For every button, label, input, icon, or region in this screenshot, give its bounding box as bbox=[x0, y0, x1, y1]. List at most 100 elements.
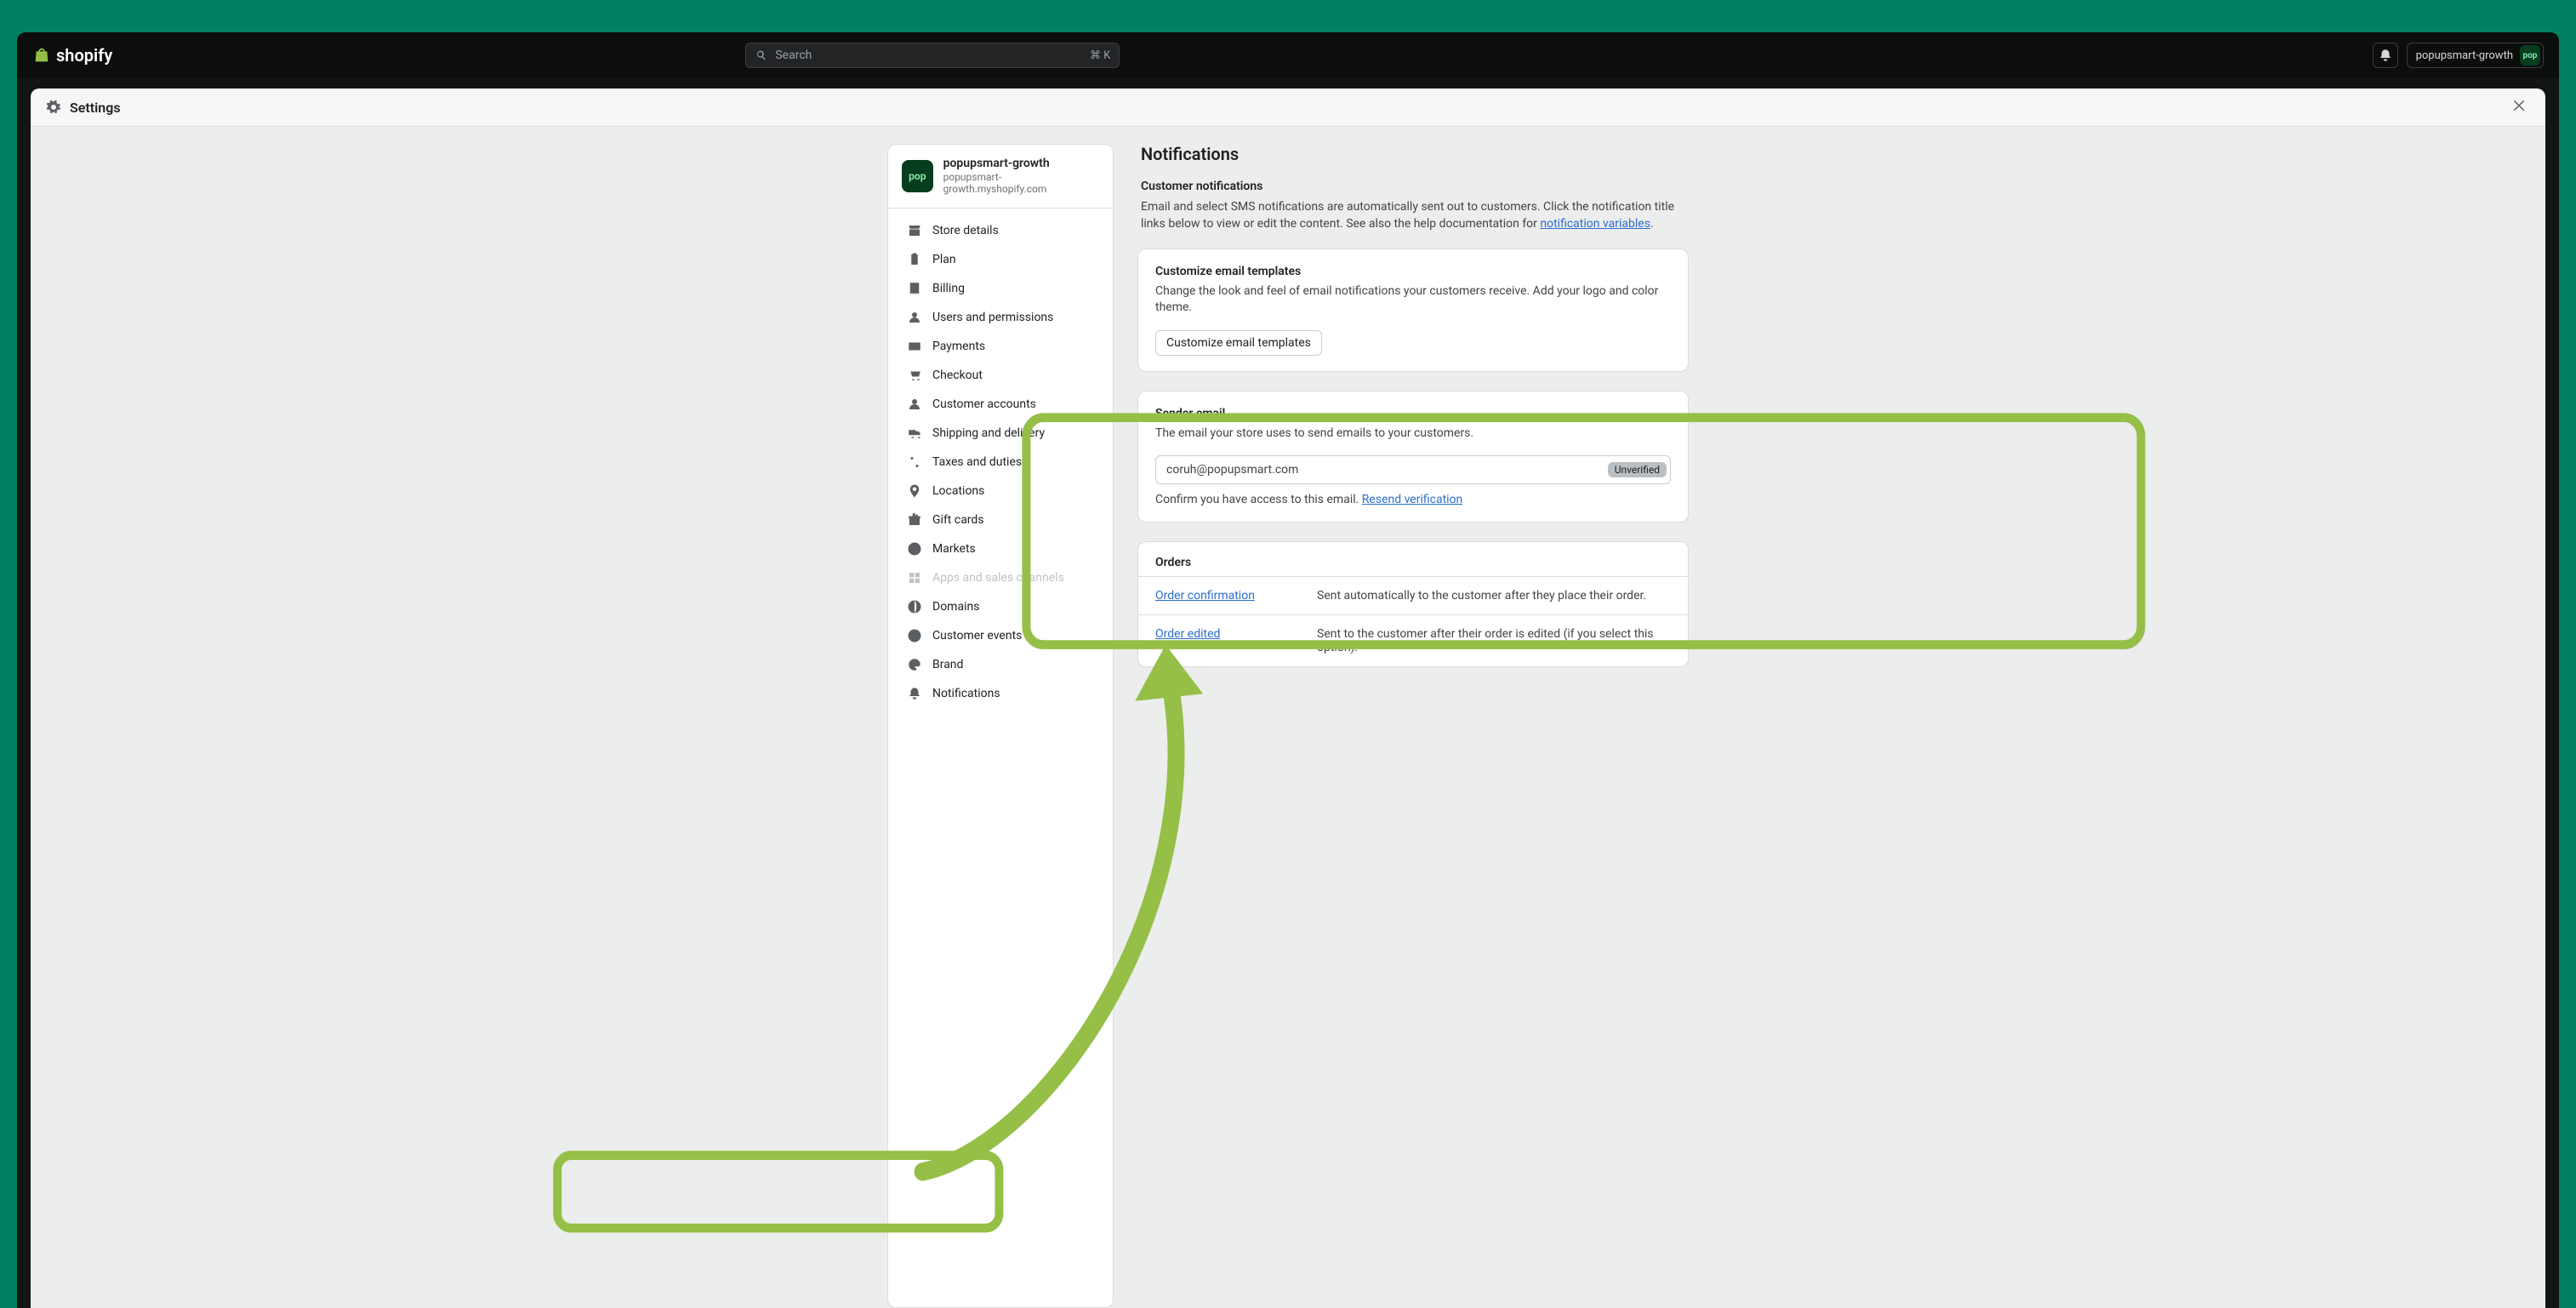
app-window: shopify Search ⌘ K popupsmart-growth pop… bbox=[17, 32, 2559, 1308]
store-avatar: pop bbox=[902, 160, 933, 192]
sidebar-item-label: Locations bbox=[932, 484, 984, 498]
cet-heading: Customize email templates bbox=[1155, 265, 1671, 278]
sidebar-item-domains[interactable]: Domains bbox=[893, 593, 1108, 620]
percent-icon bbox=[907, 454, 922, 470]
settings-header: Settings bbox=[31, 89, 2545, 126]
bell-icon bbox=[907, 686, 922, 701]
sender-email-card: Sender email The email your store uses t… bbox=[1137, 391, 1689, 523]
sidebar-item-markets[interactable]: Markets bbox=[893, 535, 1108, 563]
settings-scroll[interactable]: pop popupsmart-growth popupsmart-growth.… bbox=[41, 144, 2535, 1308]
sidebar-item-store-details[interactable]: Store details bbox=[893, 217, 1108, 244]
period: . bbox=[1650, 217, 1654, 231]
sidebar-item-brand[interactable]: Brand bbox=[893, 651, 1108, 678]
cart-icon bbox=[907, 368, 922, 383]
sidebar-item-label: Gift cards bbox=[932, 513, 984, 527]
sidebar-item-label: Brand bbox=[932, 658, 963, 671]
customer-notifications-heading: Customer notifications bbox=[1141, 180, 1689, 193]
order-edited-link[interactable]: Order edited bbox=[1155, 627, 1291, 641]
sidebar-item-notifications[interactable]: Notifications bbox=[893, 680, 1108, 707]
settings-panel: Settings pop popupsmart-growth popupsmar… bbox=[31, 89, 2545, 1308]
modal-overlay: Settings pop popupsmart-growth popupsmar… bbox=[17, 78, 2559, 1308]
row-description: Sent to the customer after their order i… bbox=[1317, 627, 1671, 654]
unverified-badge: Unverified bbox=[1608, 462, 1667, 477]
close-button[interactable] bbox=[2511, 98, 2530, 117]
shopify-bag-icon bbox=[32, 46, 51, 65]
notification-variables-link[interactable]: notification variables bbox=[1540, 217, 1650, 231]
sidebar-item-plan[interactable]: Plan bbox=[893, 246, 1108, 273]
sender-email-value: coruh@popupsmart.com bbox=[1166, 463, 1298, 477]
sidebar-item-payments[interactable]: Payments bbox=[893, 333, 1108, 360]
topbar: shopify Search ⌘ K popupsmart-growth pop bbox=[17, 32, 2559, 78]
sidebar-item-label: Domains bbox=[932, 600, 979, 614]
notifications-icon[interactable] bbox=[2373, 43, 2398, 68]
store-url: popupsmart-growth.myshopify.com bbox=[943, 171, 1099, 196]
target-icon bbox=[907, 628, 922, 643]
sidebar-item-label: Users and permissions bbox=[932, 311, 1053, 324]
search-input[interactable]: Search ⌘ K bbox=[745, 43, 1120, 68]
search-shortcut: ⌘ K bbox=[1090, 49, 1110, 62]
store-chip-avatar: pop bbox=[2520, 45, 2540, 66]
store-name: popupsmart-growth bbox=[943, 157, 1099, 171]
store-block: pop popupsmart-growth popupsmart-growth.… bbox=[888, 157, 1113, 208]
sidebar-item-apps: Apps and sales channels bbox=[893, 564, 1108, 591]
logo-text: shopify bbox=[56, 45, 112, 66]
sidebar-item-gift-cards[interactable]: Gift cards bbox=[893, 506, 1108, 534]
gear-icon bbox=[46, 100, 61, 115]
table-row: Order edited Sent to the customer after … bbox=[1138, 614, 1688, 666]
sidebar-item-label: Plan bbox=[932, 253, 956, 266]
resend-verification-link[interactable]: Resend verification bbox=[1362, 493, 1462, 506]
sender-email-input[interactable]: coruh@popupsmart.com Unverified bbox=[1155, 455, 1671, 484]
clipboard-icon bbox=[907, 252, 922, 267]
search-placeholder: Search bbox=[775, 49, 812, 62]
sidebar-item-label: Shipping and delivery bbox=[932, 426, 1045, 440]
sidebar-item-label: Payments bbox=[932, 340, 985, 353]
sidebar-item-checkout[interactable]: Checkout bbox=[893, 362, 1108, 389]
sidebar-item-label: Store details bbox=[932, 224, 999, 237]
bell-icon bbox=[2378, 48, 2393, 63]
store-chip-name: popupsmart-growth bbox=[2416, 49, 2513, 62]
sidebar-item-label: Taxes and duties bbox=[932, 455, 1022, 469]
sidebar-item-label: Markets bbox=[932, 542, 976, 556]
page-title: Notifications bbox=[1141, 144, 1689, 164]
modal-title: Settings bbox=[70, 100, 121, 116]
sidebar-item-label: Apps and sales channels bbox=[932, 571, 1064, 585]
row-description: Sent automatically to the customer after… bbox=[1317, 589, 1671, 603]
sidebar-item-label: Billing bbox=[932, 282, 965, 295]
sender-description: The email your store uses to send emails… bbox=[1155, 426, 1671, 443]
store-icon bbox=[907, 223, 922, 238]
sidebar-item-billing[interactable]: Billing bbox=[893, 275, 1108, 302]
close-icon bbox=[2511, 98, 2527, 113]
sidebar-item-label: Customer accounts bbox=[932, 397, 1036, 411]
sidebar-item-customer-events[interactable]: Customer events bbox=[893, 622, 1108, 649]
search-icon bbox=[755, 49, 768, 62]
logo: shopify bbox=[32, 45, 112, 66]
cet-description: Change the look and feel of email notifi… bbox=[1155, 283, 1671, 317]
gift-icon bbox=[907, 512, 922, 528]
customize-email-templates-card: Customize email templates Change the loo… bbox=[1137, 248, 1689, 372]
orders-card: Orders Order confirmation Sent automatic… bbox=[1137, 541, 1689, 667]
customer-notifications-description: Email and select SMS notifications are a… bbox=[1141, 198, 1689, 233]
truck-icon bbox=[907, 426, 922, 441]
main-column: Notifications Customer notifications Ema… bbox=[1137, 144, 1689, 1308]
sidebar-item-label: Checkout bbox=[932, 368, 983, 382]
pin-icon bbox=[907, 483, 922, 499]
store-chip[interactable]: popupsmart-growth pop bbox=[2407, 43, 2544, 68]
globe-icon bbox=[907, 541, 922, 557]
sidebar-item-locations[interactable]: Locations bbox=[893, 477, 1108, 505]
sidebar-item-label: Customer events bbox=[932, 629, 1022, 643]
confirm-text: Confirm you have access to this email. R… bbox=[1155, 493, 1671, 506]
sidebar-item-label: Notifications bbox=[932, 687, 1000, 700]
settings-body: pop popupsmart-growth popupsmart-growth.… bbox=[31, 126, 2545, 1308]
table-row: Order confirmation Sent automatically to… bbox=[1138, 576, 1688, 614]
sender-heading: Sender email bbox=[1155, 407, 1671, 420]
card-icon bbox=[907, 339, 922, 354]
sidebar-item-users[interactable]: Users and permissions bbox=[893, 304, 1108, 331]
person-icon bbox=[907, 397, 922, 412]
settings-sidebar: pop popupsmart-growth popupsmart-growth.… bbox=[887, 144, 1114, 1308]
sidebar-item-shipping[interactable]: Shipping and delivery bbox=[893, 420, 1108, 447]
users-icon bbox=[907, 310, 922, 325]
sidebar-item-taxes[interactable]: Taxes and duties bbox=[893, 448, 1108, 476]
sidebar-item-customer-accounts[interactable]: Customer accounts bbox=[893, 391, 1108, 418]
order-confirmation-link[interactable]: Order confirmation bbox=[1155, 589, 1291, 603]
customize-email-templates-button[interactable]: Customize email templates bbox=[1155, 330, 1322, 356]
